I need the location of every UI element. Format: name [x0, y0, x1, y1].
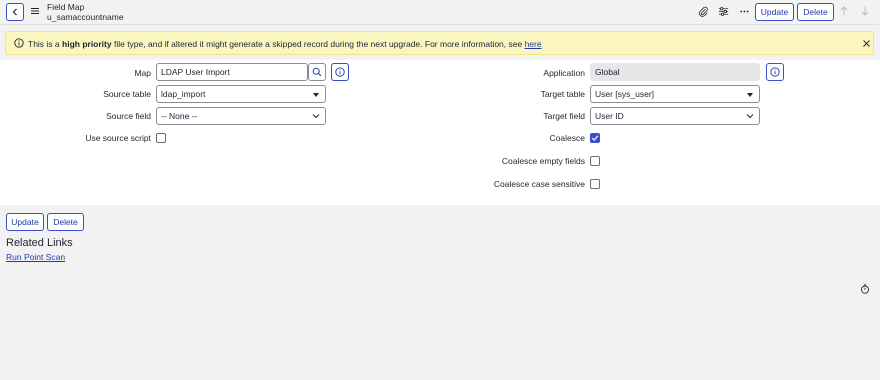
record-name: u_samaccountname [47, 12, 124, 22]
update-button-header[interactable]: Update [755, 3, 794, 21]
dropdown-caret-icon [747, 93, 753, 97]
coalesce-label: Coalesce [549, 133, 585, 143]
target-field-select[interactable]: User ID [590, 107, 760, 125]
arrow-down-icon[interactable] [859, 5, 871, 17]
source-table-select[interactable]: ldap_import [156, 85, 326, 103]
chevron-left-icon [12, 8, 17, 16]
search-icon [312, 67, 322, 77]
coalesce-case-sensitive-label: Coalesce case sensitive [493, 179, 585, 189]
delete-button-footer[interactable]: Delete [47, 213, 84, 231]
info-icon [335, 67, 345, 77]
back-button[interactable] [6, 3, 24, 21]
info-icon [14, 38, 24, 48]
dropdown-caret-icon [313, 93, 319, 97]
page-title: Field Map [47, 2, 85, 12]
record-title-block: Field Map u_samaccountname [47, 2, 124, 22]
more-options-icon[interactable] [738, 5, 750, 17]
form-header: Field Map u_samaccountname Update Delete [0, 0, 880, 25]
target-table-value: User [sys_user] [595, 89, 655, 99]
banner-here-link[interactable]: here [525, 39, 542, 49]
checkmark-icon [591, 135, 599, 141]
delete-button-header[interactable]: Delete [797, 3, 834, 21]
chevron-down-icon [312, 114, 320, 119]
coalesce-checkbox[interactable] [590, 133, 600, 143]
target-table-label: Target table [540, 89, 585, 99]
source-field-value: -- None -- [161, 111, 198, 121]
banner-message: This is a high priority file type, and i… [28, 39, 542, 49]
info-icon [770, 67, 780, 77]
related-links-heading: Related Links [6, 237, 73, 249]
map-input[interactable]: LDAP User Import [156, 63, 308, 81]
priority-warning-banner: This is a high priority file type, and i… [5, 31, 874, 55]
map-info-button[interactable] [331, 63, 349, 81]
paperclip-icon[interactable] [697, 5, 709, 17]
target-field-label: Target field [543, 111, 585, 121]
settings-sliders-icon[interactable] [717, 5, 729, 17]
banner-text-start: This is a [28, 39, 63, 49]
chevron-down-icon [746, 114, 754, 119]
banner-text-bold: high priority [62, 39, 112, 49]
source-table-value: ldap_import [161, 89, 206, 99]
run-point-scan-link[interactable]: Run Point Scan [6, 252, 65, 262]
hamburger-menu-icon[interactable] [31, 6, 39, 16]
banner-text-end: file type, and if altered it might gener… [111, 39, 525, 49]
map-lookup-button[interactable] [308, 63, 326, 81]
target-field-value: User ID [595, 111, 624, 121]
close-icon[interactable] [862, 39, 871, 48]
stopwatch-icon[interactable] [860, 284, 870, 294]
source-field-select[interactable]: -- None -- [156, 107, 326, 125]
coalesce-empty-fields-label: Coalesce empty fields [501, 156, 585, 166]
use-source-script-label: Use source script [85, 133, 151, 143]
application-field: Global [590, 63, 760, 81]
field-map-form: Map LDAP User Import Source table ldap_i… [0, 60, 880, 205]
application-label: Application [543, 68, 585, 78]
use-source-script-checkbox[interactable] [156, 133, 166, 143]
source-field-label: Source field [106, 111, 151, 121]
arrow-up-icon[interactable] [838, 5, 850, 17]
map-label: Map [134, 68, 151, 78]
application-info-button[interactable] [766, 63, 784, 81]
coalesce-empty-fields-checkbox[interactable] [590, 156, 600, 166]
source-table-label: Source table [103, 89, 151, 99]
update-button-footer[interactable]: Update [6, 213, 44, 231]
target-table-select[interactable]: User [sys_user] [590, 85, 760, 103]
coalesce-case-sensitive-checkbox[interactable] [590, 179, 600, 189]
